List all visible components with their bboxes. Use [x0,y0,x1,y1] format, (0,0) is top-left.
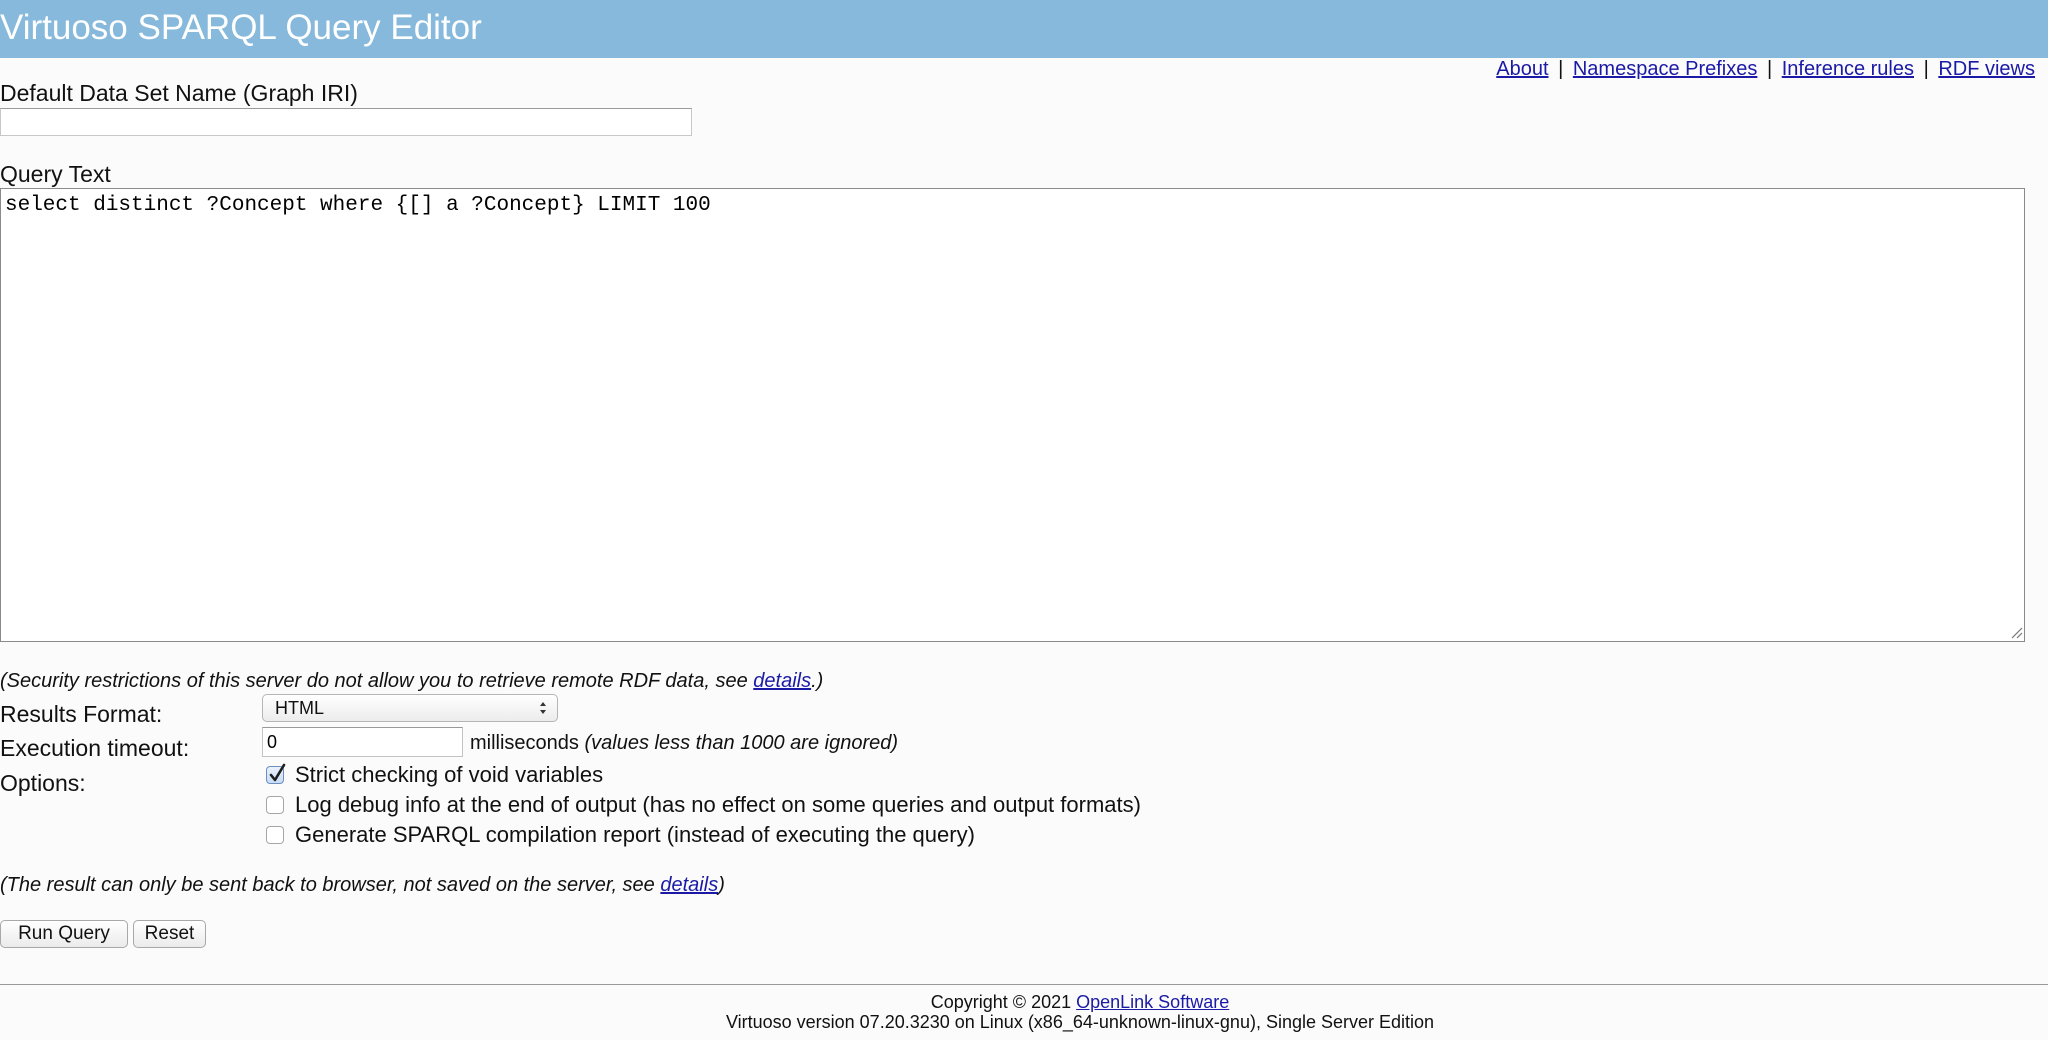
graph-iri-input[interactable] [0,108,692,136]
top-links-nav: About | Namespace Prefixes | Inference r… [1496,56,2035,82]
results-format-value: HTML [275,698,324,718]
link-separator: | [1558,58,1564,80]
about-link[interactable]: About [1496,58,1548,80]
link-separator: | [1766,58,1773,80]
option-label: Strict checking of void variables [295,762,604,787]
reset-button[interactable]: Reset [133,920,206,948]
security-note-suffix: .) [811,670,824,692]
timeout-unit-text: milliseconds [470,732,579,754]
result-note: (The result can only be sent back to bro… [0,872,725,898]
security-details-link[interactable]: details [753,670,811,692]
compilation-report-checkbox[interactable] [266,826,284,844]
option-label: Log debug info at the end of output (has… [295,792,1141,817]
security-note: (Security restrictions of this server do… [0,668,823,694]
execution-timeout-input[interactable] [262,727,463,757]
option-strict-checking[interactable]: Strict checking of void variables [266,761,603,789]
link-separator: | [1923,58,1929,80]
graph-iri-label: Default Data Set Name (Graph IRI) [0,80,358,106]
resize-grip-icon[interactable] [2011,627,2023,639]
openlink-software-link[interactable]: OpenLink Software [1076,992,1229,1012]
log-debug-checkbox[interactable] [266,796,284,814]
security-note-text: (Security restrictions of this server do… [0,670,754,692]
timeout-hint: (values less than 1000 are ignored) [584,732,899,754]
results-format-label: Results Format: [0,701,163,727]
options-label: Options: [0,770,86,796]
option-label: Generate SPARQL compilation report (inst… [295,822,975,847]
header-bar: Virtuoso SPARQL Query Editor [0,0,2048,58]
rdf-views-link[interactable]: RDF views [1938,58,2035,80]
run-query-button[interactable]: Run Query [0,920,128,948]
footer-copyright: Copyright © 2021 OpenLink Software [0,992,2048,1012]
option-compilation-report[interactable]: Generate SPARQL compilation report (inst… [266,821,975,849]
namespace-prefixes-link[interactable]: Namespace Prefixes [1573,58,1758,80]
copyright-text: Copyright © 2021 [930,992,1077,1012]
result-note-text: (The result can only be sent back to bro… [0,874,661,896]
execution-timeout-label: Execution timeout: [0,735,190,761]
result-details-link[interactable]: details [660,874,718,896]
query-text-label: Query Text [0,161,111,187]
timeout-unit: milliseconds (values less than 1000 are … [470,730,898,756]
option-log-debug[interactable]: Log debug info at the end of output (has… [266,791,1141,819]
inference-rules-link[interactable]: Inference rules [1782,58,1914,80]
checkmark-icon [269,763,286,782]
footer-divider [0,984,2048,985]
result-note-suffix: ) [718,874,725,896]
results-format-select[interactable]: HTML [262,694,558,722]
footer-version: Virtuoso version 07.20.3230 on Linux (x8… [725,1012,1435,1032]
strict-checking-checkbox[interactable] [266,763,286,784]
app-title: Virtuoso SPARQL Query Editor [0,8,482,47]
query-textarea[interactable]: select distinct ?Concept where {[] a ?Co… [0,188,2025,642]
select-arrows-icon [540,702,546,714]
